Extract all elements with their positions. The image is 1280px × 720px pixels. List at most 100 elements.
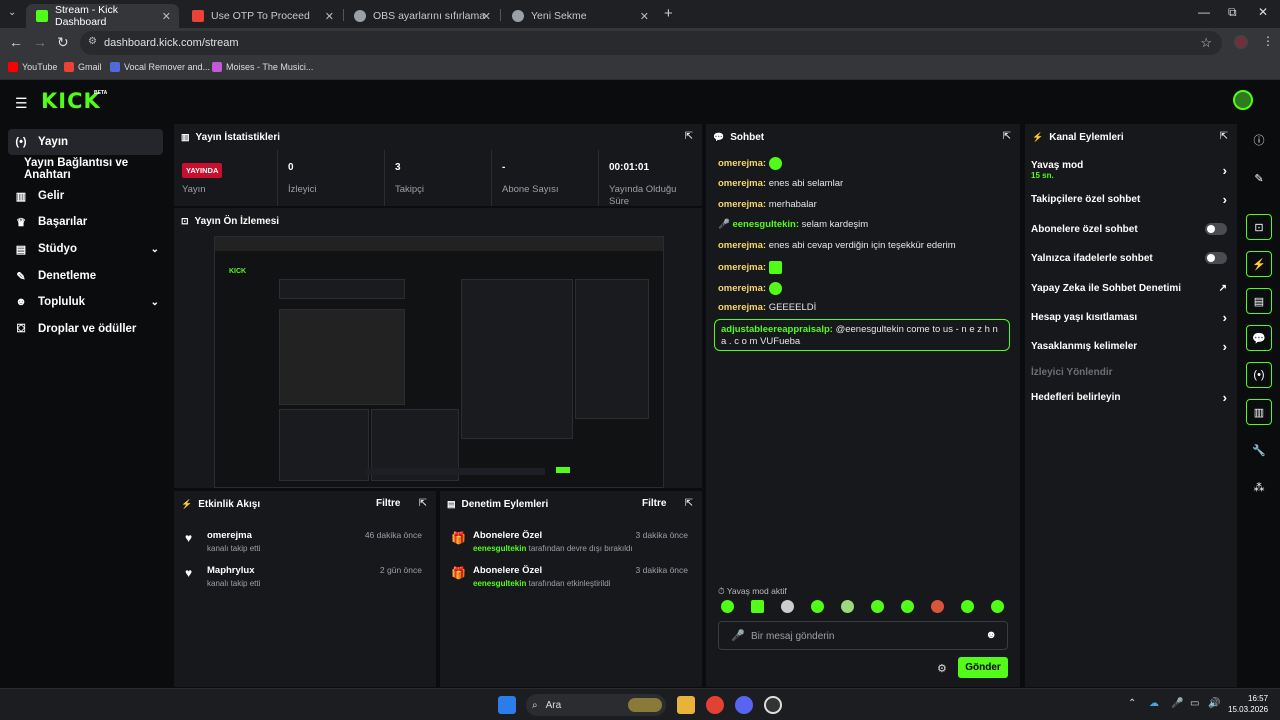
stream-preview-video[interactable]: KICK xyxy=(214,236,664,488)
close-tab-icon[interactable]: ✕ xyxy=(162,10,171,23)
gift-icon: 🎁 xyxy=(451,531,466,545)
tab-search-icon[interactable]: ⌄ xyxy=(8,7,16,18)
close-tab-icon[interactable]: ✕ xyxy=(325,10,334,23)
tab-otp[interactable]: Use OTP To Proceed - enesg84… ✕ xyxy=(182,4,342,28)
discord-icon[interactable] xyxy=(735,696,753,714)
chat-message-input[interactable] xyxy=(751,626,981,646)
sidebar-item-topluluk[interactable]: ☻ Topluluk ⌄ xyxy=(8,289,163,315)
user-avatar[interactable] xyxy=(1233,90,1253,110)
chat-toggle-icon[interactable]: 💬 xyxy=(1246,325,1272,351)
sidebar-item-studyo[interactable]: ▤ Stüdyo ⌄ xyxy=(8,236,163,262)
lightning-toggle-icon[interactable]: ⚡ xyxy=(1246,251,1272,277)
obs-icon[interactable] xyxy=(764,696,782,714)
quick-emote-icon[interactable] xyxy=(751,600,764,613)
subscribers-only-toggle[interactable] xyxy=(1205,223,1227,235)
preview-taskbar xyxy=(365,468,545,475)
sidebar-item-stream-key[interactable]: Yayın Bağlantısı ve Anahtarı xyxy=(18,156,172,182)
menu-kebab-icon[interactable]: ⋮ xyxy=(1262,34,1274,48)
tray-overflow-icon[interactable]: ⌃ xyxy=(1128,698,1136,709)
action-slow-mode[interactable]: Yavaş mod 15 sn. › xyxy=(1031,153,1231,187)
document-toggle-icon[interactable]: ▤ xyxy=(1246,288,1272,314)
popout-icon[interactable]: ⇱ xyxy=(1220,131,1228,142)
moderation-row: 🎁 Abonelere Özel eenesgultekin tarafında… xyxy=(451,565,688,588)
emoji-picker-icon[interactable]: ☻ xyxy=(985,629,997,641)
wrench-icon: ✎ xyxy=(16,270,26,283)
quick-emote-icon[interactable] xyxy=(931,600,944,613)
bookmark-youtube[interactable]: YouTube xyxy=(8,62,57,72)
taskbar-search[interactable]: ⌕ Ara xyxy=(526,694,666,716)
action-ai-moderation[interactable]: Yapay Zeka ile Sohbet Denetimi ↗ xyxy=(1031,276,1231,302)
close-tab-icon[interactable]: ✕ xyxy=(640,10,649,23)
volume-icon[interactable]: 🔊 xyxy=(1208,698,1220,709)
bookmark-gmail[interactable]: Gmail xyxy=(64,62,102,72)
preview-toggle-icon[interactable]: ⊡ xyxy=(1246,214,1272,240)
action-followers-only[interactable]: Takipçilere özel sohbet › xyxy=(1031,187,1231,213)
quick-emote-icon[interactable] xyxy=(901,600,914,613)
kick-logo[interactable]: KICK xyxy=(41,89,101,113)
new-tab-button[interactable]: + xyxy=(664,5,673,22)
onedrive-icon[interactable]: ☁ xyxy=(1149,698,1159,709)
tab-obs[interactable]: OBS ayarlarını sıfırlama ✕ xyxy=(344,4,499,28)
info-icon[interactable]: ⓘ xyxy=(1246,127,1272,153)
chrome-icon[interactable] xyxy=(706,696,724,714)
quick-emote-icon[interactable] xyxy=(781,600,794,613)
windows-start-icon[interactable] xyxy=(498,696,516,714)
back-icon[interactable]: ← xyxy=(9,34,23,50)
quick-emote-icon[interactable] xyxy=(961,600,974,613)
sidebar-item-basarilar[interactable]: ♛ Başarılar xyxy=(8,209,163,235)
emotes-only-toggle[interactable] xyxy=(1205,252,1227,264)
highlighted-chat-message: adjustableereappraisalp: @eenesgultekin … xyxy=(714,319,1010,351)
preview-logo: KICK xyxy=(229,268,247,275)
action-account-age[interactable]: Hesap yaşı kısıtlaması › xyxy=(1031,305,1231,331)
bookmark-moises[interactable]: Moises - The Musici... xyxy=(212,62,313,72)
popout-icon[interactable]: ⇱ xyxy=(419,498,427,509)
microphone-tray-icon[interactable]: 🎤 xyxy=(1171,698,1183,709)
chevron-right-icon: › xyxy=(1222,163,1227,178)
site-settings-icon[interactable]: ⚙ xyxy=(88,36,97,47)
profile-avatar[interactable] xyxy=(1234,35,1248,49)
browser-tab-strip: ⌄ Stream - Kick Dashboard ✕ Use OTP To P… xyxy=(0,0,1280,28)
quick-emote-icon[interactable] xyxy=(721,600,734,613)
action-set-goals[interactable]: Hedefleri belirleyin › xyxy=(1031,385,1231,411)
popout-icon[interactable]: ⇱ xyxy=(1003,131,1011,142)
maximize-button[interactable]: ⧉ xyxy=(1228,5,1237,20)
quick-emote-icon[interactable] xyxy=(841,600,854,613)
close-window-button[interactable]: ✕ xyxy=(1258,5,1268,19)
stat-viewers: 0 İzleyici xyxy=(278,150,385,206)
action-banned-words[interactable]: Yasaklanmış kelimeler › xyxy=(1031,334,1231,360)
tab-new[interactable]: Yeni Sekme ✕ xyxy=(502,4,657,28)
events-filter-button[interactable]: Filtre xyxy=(376,498,400,509)
stats-toggle-icon[interactable]: ▥ xyxy=(1246,399,1272,425)
quick-emote-icon[interactable] xyxy=(811,600,824,613)
tab-kick-dashboard[interactable]: Stream - Kick Dashboard ✕ xyxy=(26,4,179,28)
bookmark-star-icon[interactable]: ☆ xyxy=(1200,35,1212,51)
quick-emote-icon[interactable] xyxy=(991,600,1004,613)
quick-emote-icon[interactable] xyxy=(871,600,884,613)
reload-icon[interactable]: ↻ xyxy=(57,34,69,51)
sidebar-item-droplar[interactable]: ⛋ Droplar ve ödüller xyxy=(8,316,163,342)
sidebar-item-yayin[interactable]: (•) Yayın xyxy=(8,129,163,155)
system-clock[interactable]: 16:57 15.03.2026 xyxy=(1228,693,1268,715)
address-bar[interactable]: ⚙ dashboard.kick.com/stream ☆ xyxy=(80,31,1222,55)
address-url: dashboard.kick.com/stream xyxy=(104,37,239,49)
edit-pencil-icon[interactable]: ✎ xyxy=(1246,165,1272,191)
popout-icon[interactable]: ⇱ xyxy=(685,131,693,142)
forward-icon[interactable]: → xyxy=(33,34,47,50)
minimize-button[interactable]: — xyxy=(1198,5,1210,19)
wrench-icon[interactable]: 🔧 xyxy=(1246,437,1272,463)
sidebar-item-gelir[interactable]: ▥ Gelir xyxy=(8,183,163,209)
close-tab-icon[interactable]: ✕ xyxy=(482,10,491,23)
file-explorer-icon[interactable] xyxy=(677,696,695,714)
sidebar-item-denetleme[interactable]: ✎ Denetleme xyxy=(8,263,163,289)
slow-mode-indicator: ⏱ Yavaş mod aktif xyxy=(718,586,787,596)
emote-icon xyxy=(768,157,782,170)
chat-settings-gear-icon[interactable]: ⚙ xyxy=(937,662,947,675)
broadcast-toggle-icon[interactable]: (•) xyxy=(1246,362,1272,388)
send-button[interactable]: Gönder xyxy=(958,657,1008,678)
share-icon[interactable]: ⁂ xyxy=(1246,474,1272,500)
moderation-filter-button[interactable]: Filtre xyxy=(642,498,666,509)
popout-icon[interactable]: ⇱ xyxy=(685,498,693,509)
network-icon[interactable]: ▭ xyxy=(1190,698,1199,709)
hamburger-menu-icon[interactable]: ☰ xyxy=(15,95,28,112)
bookmark-vocal-remover[interactable]: Vocal Remover and... xyxy=(110,62,210,72)
